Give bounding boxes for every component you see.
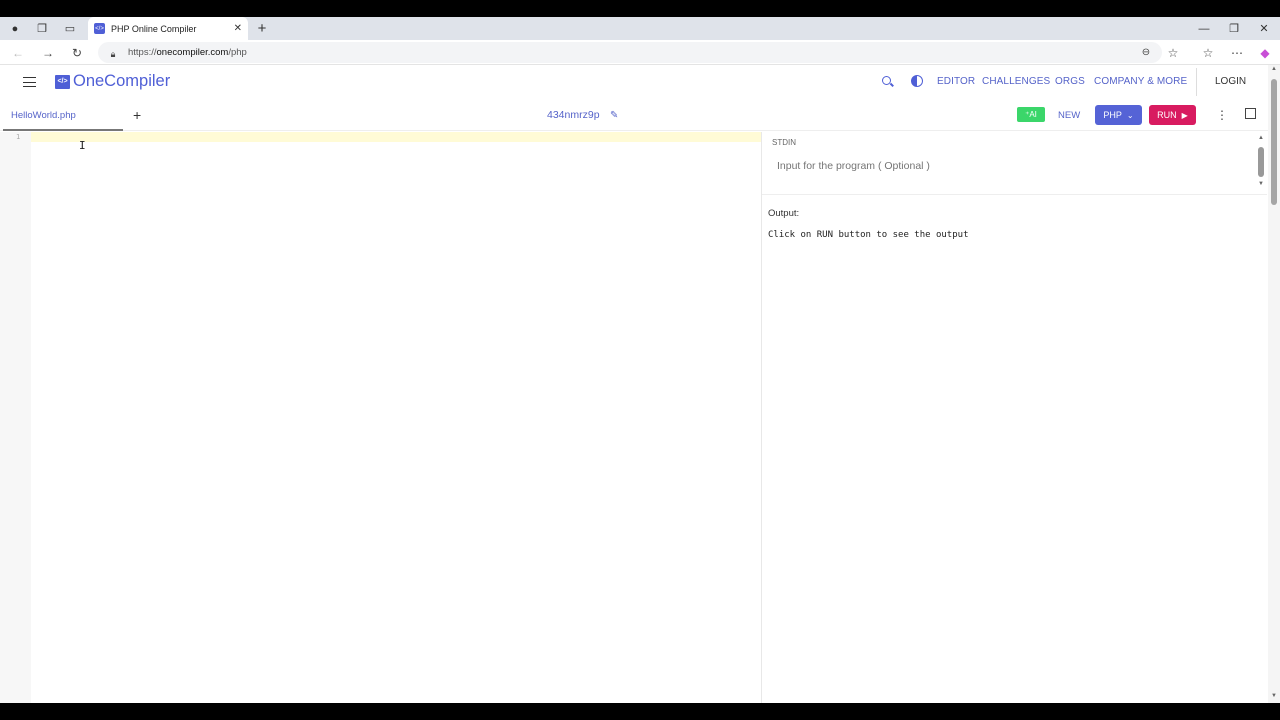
stdin-input[interactable] (777, 160, 1247, 172)
forward-icon[interactable]: → (40, 40, 56, 65)
reload-icon[interactable]: ↻ (69, 40, 85, 65)
file-tab-label: HelloWorld.php (11, 110, 76, 121)
stdin-scroll-thumb[interactable] (1258, 147, 1264, 177)
nav-divider (1196, 68, 1197, 96)
editor-toolbar: HelloWorld.php + 434nmrz9p ✎ ⁺ AI NEW PH… (0, 99, 1268, 131)
code-editor-active-line[interactable] (31, 132, 761, 142)
site-favicon-icon: </> (94, 23, 105, 34)
text-cursor-icon: I (79, 139, 86, 152)
language-label: PHP (1103, 110, 1122, 120)
output-label: Output: (768, 208, 800, 219)
copilot-icon[interactable]: ◆ (1258, 40, 1272, 65)
hamburger-menu-icon[interactable] (23, 77, 36, 87)
url-protocol: https:// (128, 47, 157, 58)
reader-icon[interactable]: ⊖ (1139, 40, 1153, 65)
stdin-label: STDIN (772, 138, 796, 147)
play-icon: ▶ (1181, 110, 1188, 120)
edit-title-pencil-icon[interactable]: ✎ (610, 110, 618, 121)
more-menu-icon[interactable]: ⋯ (1230, 40, 1244, 65)
browser-toolbar: ← → ↻ 🔒︎ https://onecompiler.com/php ⊖ ☆… (0, 40, 1280, 65)
nav-editor[interactable]: EDITOR (937, 76, 975, 87)
top-nav: </> OneCompiler EDITOR CHALLENGES ORGS C… (0, 65, 1268, 99)
scroll-up-icon[interactable]: ▲ (1258, 135, 1264, 141)
line-number: 1 (16, 133, 21, 141)
fullscreen-icon[interactable] (1245, 108, 1256, 119)
url-host: onecompiler.com (156, 47, 229, 58)
back-icon[interactable]: ← (10, 40, 26, 65)
logo-mark-icon: </> (55, 74, 70, 89)
restore-icon[interactable]: ❐ (1227, 17, 1241, 40)
output-text: Click on RUN button to see the output (768, 230, 969, 240)
file-tab[interactable]: HelloWorld.php (3, 99, 123, 131)
logo-text: OneCompiler (73, 72, 171, 90)
tab-actions-icon[interactable]: ▭ (61, 17, 79, 40)
browser-tab-strip: ● ❐ ▭ </> PHP Online Compiler ✕ + — ❐ ✕ (0, 17, 1280, 40)
panel-separator (762, 194, 1267, 195)
nav-challenges[interactable]: CHALLENGES (982, 76, 1050, 87)
logo[interactable]: </> OneCompiler (55, 72, 170, 91)
close-tab-icon[interactable]: ✕ (234, 23, 242, 34)
nav-orgs[interactable]: ORGS (1055, 76, 1085, 87)
stdin-scrollbar[interactable]: ▲ ▼ (1258, 135, 1264, 187)
browser-tab-title: PHP Online Compiler (111, 23, 197, 34)
ai-button-label: AI (1029, 110, 1037, 119)
page-scrollbar[interactable]: ▲ ▼ (1268, 65, 1280, 703)
profile-icon[interactable]: ● (6, 17, 24, 40)
language-select[interactable]: PHP ⌄ (1095, 105, 1142, 125)
page-scroll-thumb[interactable] (1271, 79, 1277, 205)
scroll-down-icon[interactable]: ▼ (1258, 181, 1264, 187)
new-button[interactable]: NEW (1058, 110, 1080, 121)
lock-icon[interactable]: 🔒︎ (108, 42, 118, 67)
minimize-icon[interactable]: — (1197, 17, 1211, 40)
search-icon[interactable] (882, 76, 891, 85)
url-path: /php (228, 47, 247, 58)
workspaces-icon[interactable]: ❐ (33, 17, 51, 40)
ai-button[interactable]: ⁺ AI (1017, 107, 1045, 122)
favorite-star-icon[interactable]: ☆ (1166, 40, 1180, 65)
chevron-down-icon: ⌄ (1126, 110, 1134, 120)
add-file-button[interactable]: + (133, 107, 141, 123)
more-options-icon[interactable]: ⋮ (1216, 108, 1228, 122)
page-scroll-down-icon[interactable]: ▼ (1271, 693, 1277, 699)
run-button[interactable]: RUN ▶ (1149, 105, 1196, 125)
nav-company-more[interactable]: COMPANY & MORE (1094, 76, 1187, 87)
close-window-icon[interactable]: ✕ (1257, 17, 1271, 40)
panel-divider[interactable] (761, 132, 762, 703)
page: </> OneCompiler EDITOR CHALLENGES ORGS C… (0, 65, 1280, 703)
address-bar[interactable]: 🔒︎ https://onecompiler.com/php (98, 42, 1162, 63)
browser-tab-active[interactable]: </> PHP Online Compiler ✕ (88, 17, 248, 40)
run-button-label: RUN (1157, 110, 1177, 120)
favorites-icon[interactable]: ☆ (1201, 40, 1215, 65)
new-tab-icon[interactable]: + (254, 17, 270, 40)
theme-toggle-icon[interactable] (911, 75, 923, 87)
screen: ● ❐ ▭ </> PHP Online Compiler ✕ + — ❐ ✕ … (0, 0, 1280, 720)
editor-gutter: 1 (0, 132, 31, 703)
code-id: 434nmrz9p (547, 109, 600, 121)
login-button[interactable]: LOGIN (1215, 76, 1246, 87)
page-scroll-up-icon[interactable]: ▲ (1271, 66, 1277, 72)
